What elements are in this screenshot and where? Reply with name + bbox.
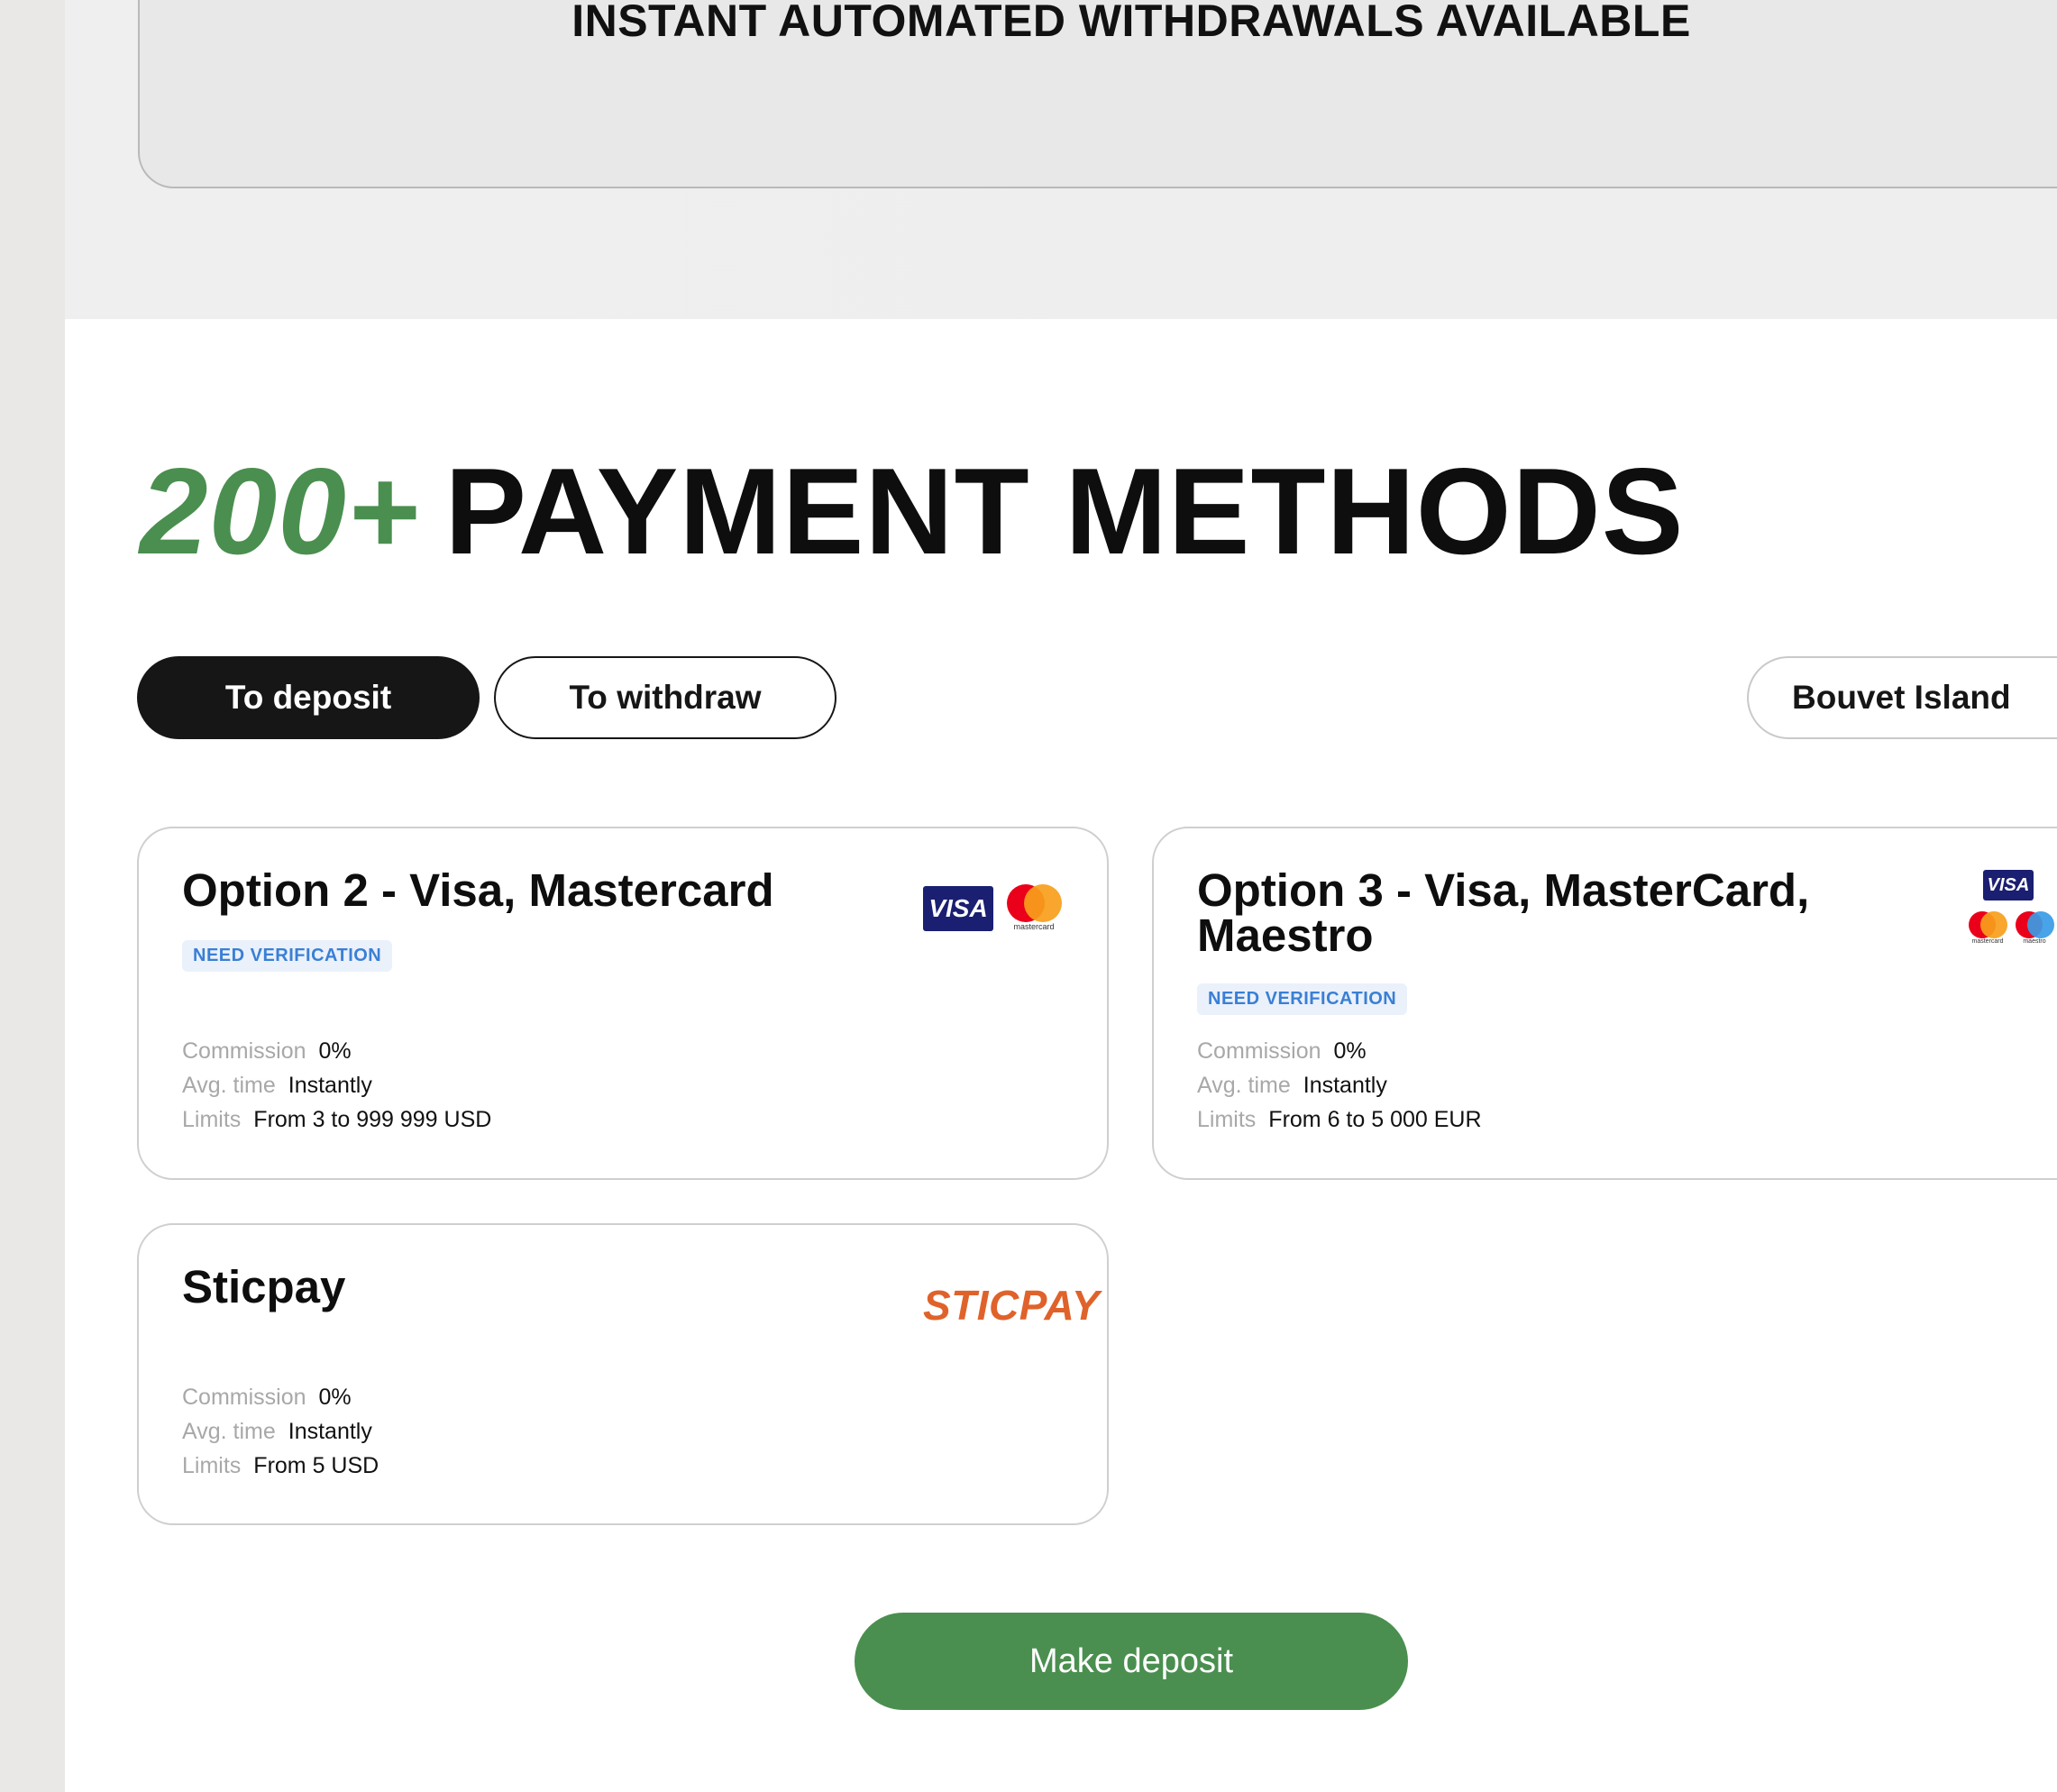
verification-badge: NEED VERIFICATION: [1197, 983, 1408, 1015]
country-select[interactable]: Bouvet Island: [1747, 656, 2057, 739]
method-title: Option 3 - Visa, MasterCard, Maestro: [1197, 864, 1810, 961]
headline-count: 200+: [140, 443, 420, 580]
method-title: Option 2 - Visa, Mastercard: [182, 864, 774, 916]
method-info: Commission 0% Avg. time Instantly Limits Fr…: [1197, 1034, 1482, 1137]
mastercard-logo-icon: mastercard: [1004, 884, 1064, 935]
headline-text: PAYMENT METHODS: [444, 443, 1685, 580]
make-deposit-button[interactable]: Make deposit: [855, 1613, 1408, 1710]
limits-row: Limits From 3 to 999 999 USD: [182, 1107, 492, 1132]
commission-row: Commission 0%: [182, 1038, 352, 1064]
tab-to-deposit[interactable]: To deposit: [137, 656, 480, 739]
payment-method-card[interactable]: Option 3 - Visa, MasterCard, Maestro NEE…: [1152, 827, 2057, 1180]
withdrawals-banner: INSTANT AUTOMATED WITHDRAWALS AVAILABLE: [138, 0, 2057, 188]
payment-method-card[interactable]: Sticpay STICPAY Commission 0% Avg. time In…: [137, 1223, 1109, 1525]
visa-logo-icon: VISA: [1983, 870, 2034, 901]
method-info: Commission 0% Avg. time Instantly Limits Fr…: [182, 1034, 491, 1137]
mastercard-logo-icon: mastercard: [1967, 911, 2008, 947]
tab-to-withdraw[interactable]: To withdraw: [494, 656, 837, 739]
sticpay-logo-icon: STICPAY: [923, 1282, 1101, 1329]
commission-row: Commission 0%: [1197, 1038, 1367, 1064]
verification-badge: NEED VERIFICATION: [182, 940, 393, 972]
limits-row: Limits From 6 to 5 000 EUR: [1197, 1107, 1482, 1132]
left-margin-strip: [0, 0, 65, 1792]
payment-method-card[interactable]: Option 2 - Visa, Mastercard NEED VERIFIC…: [137, 827, 1109, 1180]
visa-logo-icon: VISA: [923, 886, 993, 931]
method-info: Commission 0% Avg. time Instantly Limits Fr…: [182, 1380, 379, 1483]
commission-row: Commission 0%: [182, 1385, 352, 1410]
maestro-logo-icon: maestro: [2014, 911, 2055, 947]
avg-time-row: Avg. time Instantly: [182, 1073, 372, 1098]
avg-time-row: Avg. time Instantly: [1197, 1073, 1387, 1098]
avg-time-row: Avg. time Instantly: [182, 1419, 372, 1444]
method-title: Sticpay: [182, 1261, 346, 1312]
banner-text: INSTANT AUTOMATED WITHDRAWALS AVAILABLE: [571, 0, 1691, 46]
page-headline: 200+ PAYMENT METHODS: [140, 443, 1684, 579]
limits-row: Limits From 5 USD: [182, 1453, 379, 1478]
